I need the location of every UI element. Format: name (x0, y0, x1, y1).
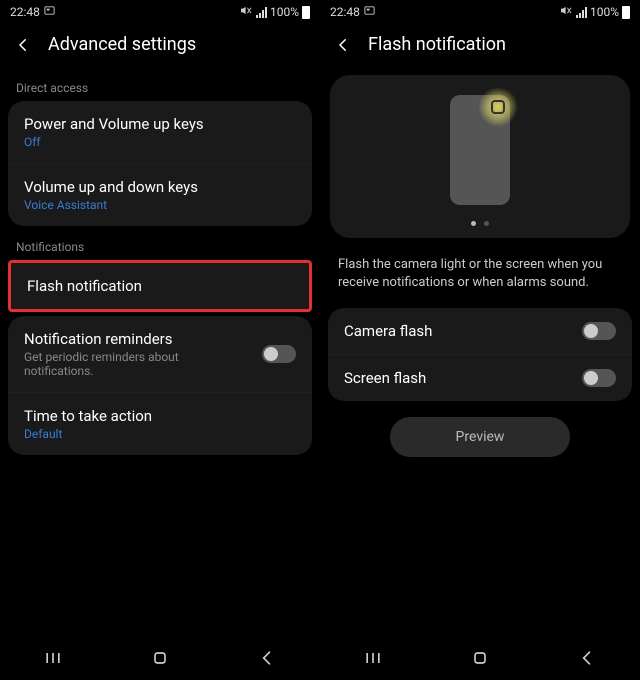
header: Flash notification (320, 24, 640, 75)
battery-pct: 100% (270, 5, 299, 19)
preview-button[interactable]: Preview (390, 417, 570, 457)
row-sub: Voice Assistant (24, 198, 296, 212)
section-notifications-label: Notifications (0, 234, 320, 260)
row-notification-reminders[interactable]: Notification reminders Get periodic remi… (8, 316, 312, 392)
status-bar: 22:48 100% (320, 0, 640, 24)
screenshot-icon (364, 5, 375, 19)
row-title: Flash notification (27, 277, 293, 295)
row-sub: Default (24, 427, 296, 441)
row-title: Camera flash (344, 322, 570, 340)
row-volume-up-down[interactable]: Volume up and down keys Voice Assistant (8, 163, 312, 226)
battery-icon (622, 6, 630, 19)
recents-icon[interactable] (363, 648, 383, 672)
row-sub: Get periodic reminders about notificatio… (24, 350, 250, 378)
home-icon[interactable] (470, 648, 490, 672)
back-icon[interactable] (14, 36, 32, 54)
section-direct-access-label: Direct access (0, 75, 320, 101)
signal-icon (576, 7, 587, 18)
signal-icon (256, 7, 267, 18)
dot-1[interactable] (471, 221, 476, 226)
flash-glow-icon (478, 87, 518, 127)
home-icon[interactable] (150, 648, 170, 672)
back-icon[interactable] (334, 36, 352, 54)
page-title: Flash notification (368, 34, 506, 55)
section-notifications-rest: Notification reminders Get periodic remi… (8, 316, 312, 455)
nav-bar (320, 640, 640, 680)
illustration-card (330, 75, 630, 238)
section-direct-access: Power and Volume up keys Off Volume up a… (8, 101, 312, 226)
back-nav-icon[interactable] (577, 648, 597, 672)
row-sub: Off (24, 135, 296, 149)
row-power-volume-up[interactable]: Power and Volume up keys Off (8, 101, 312, 163)
pager-dots[interactable] (471, 221, 489, 226)
row-time-to-take-action[interactable]: Time to take action Default (8, 392, 312, 455)
row-camera-flash[interactable]: Camera flash (328, 308, 632, 354)
status-time: 22:48 (10, 5, 40, 19)
page-title: Advanced settings (48, 34, 196, 55)
dot-2[interactable] (484, 221, 489, 226)
toggle-camera-flash[interactable] (582, 322, 616, 340)
row-flash-notification[interactable]: Flash notification (8, 260, 312, 312)
phone-illustration (450, 95, 510, 205)
toggle-screen-flash[interactable] (582, 369, 616, 387)
screenshot-icon (44, 5, 55, 19)
row-title: Power and Volume up keys (24, 115, 296, 133)
row-title: Screen flash (344, 369, 570, 387)
description-text: Flash the camera light or the screen whe… (320, 248, 640, 308)
screen-advanced-settings: 22:48 100% Advanced settings Direct acce… (0, 0, 320, 680)
row-screen-flash[interactable]: Screen flash (328, 354, 632, 401)
status-bar: 22:48 100% (0, 0, 320, 24)
mute-icon (240, 5, 253, 19)
nav-bar (0, 640, 320, 680)
status-time: 22:48 (330, 5, 360, 19)
mute-icon (560, 5, 573, 19)
battery-icon (302, 6, 310, 19)
row-title: Volume up and down keys (24, 178, 296, 196)
toggle-notification-reminders[interactable] (262, 345, 296, 363)
row-title: Notification reminders (24, 330, 250, 348)
row-title: Time to take action (24, 407, 296, 425)
screen-flash-notification: 22:48 100% Flash notification (320, 0, 640, 680)
flash-options: Camera flash Screen flash (328, 308, 632, 401)
recents-icon[interactable] (43, 648, 63, 672)
battery-pct: 100% (590, 5, 619, 19)
back-nav-icon[interactable] (257, 648, 277, 672)
header: Advanced settings (0, 24, 320, 75)
